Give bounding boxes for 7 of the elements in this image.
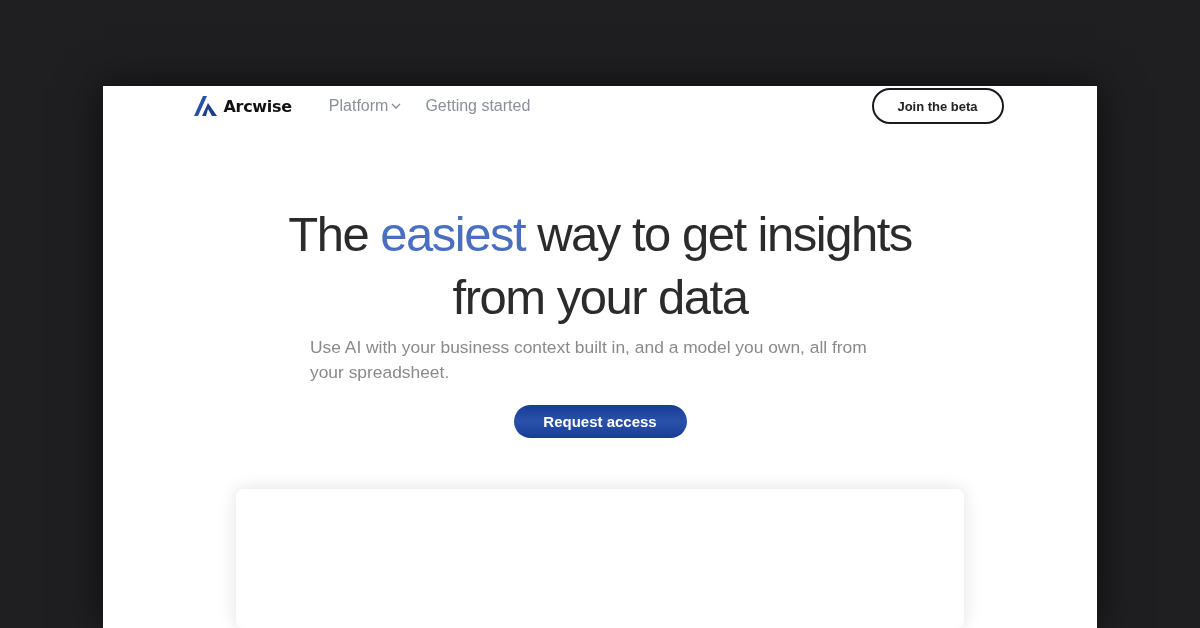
brand-name: Arcwise [223, 96, 292, 116]
hero-headline: The easiest way to get insights from your data [287, 206, 913, 327]
request-access-button[interactable]: Request access [513, 405, 687, 438]
chevron-down-icon [391, 103, 402, 110]
join-beta-button[interactable]: Join the beta [871, 88, 1004, 125]
logo-icon [193, 96, 217, 117]
hero-subtitle: Use AI with your business context built in, and a model you own, all from your spreadsheet. [310, 336, 868, 385]
